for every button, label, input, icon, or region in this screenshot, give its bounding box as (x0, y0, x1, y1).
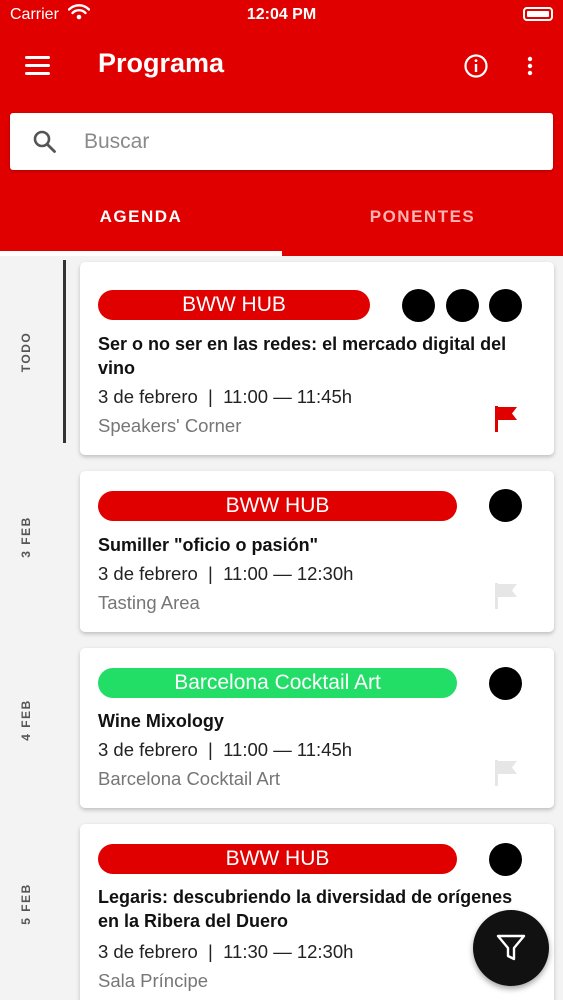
event-indicator-dot (446, 289, 479, 322)
event-category-badge: BWW HUB (98, 290, 370, 320)
event-location: Sala Príncipe (98, 970, 209, 991)
day-filter-4-feb[interactable]: 4 FEB (19, 698, 33, 742)
event-indicator-dot (402, 289, 435, 322)
search-icon (32, 129, 58, 160)
event-title: Sumiller "oficio o pasión" (98, 535, 319, 555)
event-datetime: 3 de febrero | 11:00 — 11:45h (98, 739, 353, 760)
favorite-flag-button[interactable] (492, 581, 520, 611)
filter-icon (496, 934, 526, 961)
favorite-flag-button[interactable] (492, 404, 520, 434)
event-location: Tasting Area (98, 592, 200, 613)
event-datetime: 3 de febrero | 11:00 — 11:45h (98, 386, 353, 407)
filter-button[interactable] (473, 910, 549, 986)
info-button[interactable] (462, 52, 490, 80)
event-datetime: 3 de febrero | 11:30 — 12:30h (98, 941, 354, 962)
event-indicator-dot (489, 843, 522, 876)
event-category-badge: BWW HUB (98, 844, 457, 874)
event-indicator-dot (489, 667, 522, 700)
menu-icon (25, 56, 50, 59)
flag-icon (495, 406, 517, 432)
page-title: Programa (98, 48, 225, 78)
favorite-flag-button[interactable] (492, 758, 520, 788)
event-title: Ser o no ser en las redes: el mercado di… (98, 334, 507, 378)
day-filter-todo[interactable]: TODO (19, 330, 33, 374)
more-vertical-icon (527, 56, 533, 76)
day-filter-3-feb[interactable]: 3 FEB (19, 515, 33, 559)
search-bar (10, 113, 553, 170)
event-indicator-dot (489, 489, 522, 522)
app-header: Carrier 12:04 PM Programa Buscar AGENDA … (0, 0, 563, 256)
event-category-badge: BWW HUB (98, 491, 457, 521)
status-bar: Carrier 12:04 PM (0, 0, 563, 30)
flag-icon (495, 760, 517, 786)
tab-ponentes[interactable]: PONENTES (282, 190, 563, 256)
tab-selected-indicator (0, 251, 282, 256)
event-title: Wine Mixology (98, 711, 224, 731)
battery-icon (523, 7, 553, 21)
event-indicator-dot (489, 289, 522, 322)
event-category-badge: Barcelona Cocktail Art (98, 668, 457, 698)
status-time: 12:04 PM (246, 6, 317, 23)
tab-agenda[interactable]: AGENDA (0, 190, 282, 256)
day-filter-5-feb[interactable]: 5 FEB (19, 882, 33, 926)
flag-icon (495, 583, 517, 609)
event-card[interactable]: BWW HUB Ser o no ser en las redes: el me… (80, 262, 554, 455)
day-selected-indicator (63, 260, 66, 443)
info-icon (464, 54, 488, 78)
event-location: Speakers' Corner (98, 415, 242, 436)
event-datetime: 3 de febrero | 11:00 — 12:30h (98, 563, 354, 584)
search-input[interactable] (84, 123, 534, 161)
more-options-button[interactable] (518, 52, 542, 80)
event-location: Barcelona Cocktail Art (98, 768, 281, 789)
event-card[interactable]: BWW HUB Sumiller "oficio o pasión" 3 de … (80, 471, 554, 632)
menu-button[interactable] (22, 52, 54, 80)
event-card[interactable]: Barcelona Cocktail Art Wine Mixology 3 d… (80, 648, 554, 808)
event-title: Legaris: descubriendo la diversidad de o… (98, 887, 513, 931)
